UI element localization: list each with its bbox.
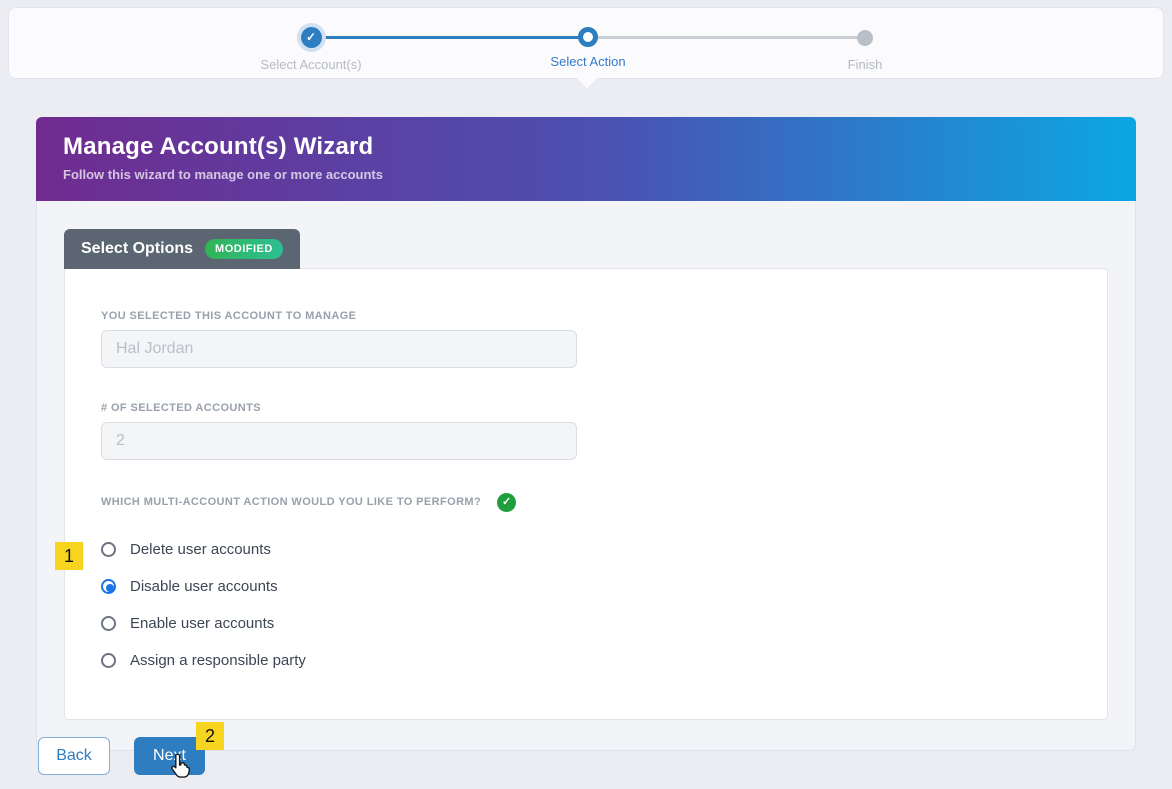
annotation-marker-1: 1 [55, 542, 83, 570]
step-active-dot-icon [578, 27, 598, 47]
tab-label: Select Options [81, 240, 193, 258]
selected-account-input[interactable] [101, 330, 577, 368]
action-question-row: WHICH MULTI-ACCOUNT ACTION WOULD YOU LIK… [101, 493, 1071, 518]
wizard-stepper-bar: ✓ Select Account(s) Select Action Finish [8, 7, 1164, 79]
radio-button-icon[interactable] [101, 653, 116, 668]
step-pending-dot-icon [857, 30, 873, 46]
stepper-step-finish[interactable]: Finish [755, 8, 975, 72]
stepper-pointer-caret [576, 68, 599, 91]
modified-badge: MODIFIED [205, 239, 283, 259]
radio-button-icon[interactable] [101, 579, 116, 594]
option-label: Delete user accounts [130, 541, 271, 558]
step-label: Select Account(s) [201, 57, 421, 72]
radio-button-icon[interactable] [101, 542, 116, 557]
page-subtitle: Follow this wizard to manage one or more… [63, 167, 1109, 182]
hand-cursor-icon [168, 752, 195, 782]
page-title: Manage Account(s) Wizard [63, 133, 1109, 161]
tab-select-options[interactable]: Select Options MODIFIED [64, 229, 300, 269]
wizard-header: Manage Account(s) Wizard Follow this wiz… [36, 117, 1136, 201]
selected-account-field-group: YOU SELECTED THIS ACCOUNT TO MANAGE [101, 306, 1071, 368]
manage-accounts-wizard-card: Manage Account(s) Wizard Follow this wiz… [36, 117, 1136, 751]
step-label: Finish [755, 57, 975, 72]
stepper-step-select-action[interactable]: Select Action [478, 8, 698, 69]
option-label: Assign a responsible party [130, 652, 306, 669]
valid-check-icon: ✓ [497, 493, 516, 512]
option-enable-user-accounts[interactable]: Enable user accounts [101, 605, 1071, 642]
selected-account-label: YOU SELECTED THIS ACCOUNT TO MANAGE [101, 310, 356, 322]
selected-count-field-group: # OF SELECTED ACCOUNTS [101, 398, 1071, 460]
option-label: Enable user accounts [130, 615, 274, 632]
selected-count-input[interactable] [101, 422, 577, 460]
back-button[interactable]: Back [38, 737, 110, 775]
option-label: Disable user accounts [130, 578, 278, 595]
radio-button-icon[interactable] [101, 616, 116, 631]
option-assign-responsible-party[interactable]: Assign a responsible party [101, 642, 1071, 679]
option-disable-user-accounts[interactable]: Disable user accounts [101, 568, 1071, 605]
option-delete-user-accounts[interactable]: Delete user accounts [101, 531, 1071, 568]
wizard-body: Select Options MODIFIED YOU SELECTED THI… [36, 201, 1136, 751]
step-completed-check-icon: ✓ [301, 27, 322, 48]
step-label: Select Action [478, 54, 698, 69]
action-options-list: Delete user accounts Disable user accoun… [101, 531, 1071, 679]
stepper-step-select-accounts[interactable]: ✓ Select Account(s) [201, 8, 421, 72]
annotation-marker-2: 2 [196, 722, 224, 750]
select-options-panel: YOU SELECTED THIS ACCOUNT TO MANAGE # OF… [64, 268, 1108, 720]
selected-count-label: # OF SELECTED ACCOUNTS [101, 402, 261, 414]
action-question-label: WHICH MULTI-ACCOUNT ACTION WOULD YOU LIK… [101, 496, 481, 508]
